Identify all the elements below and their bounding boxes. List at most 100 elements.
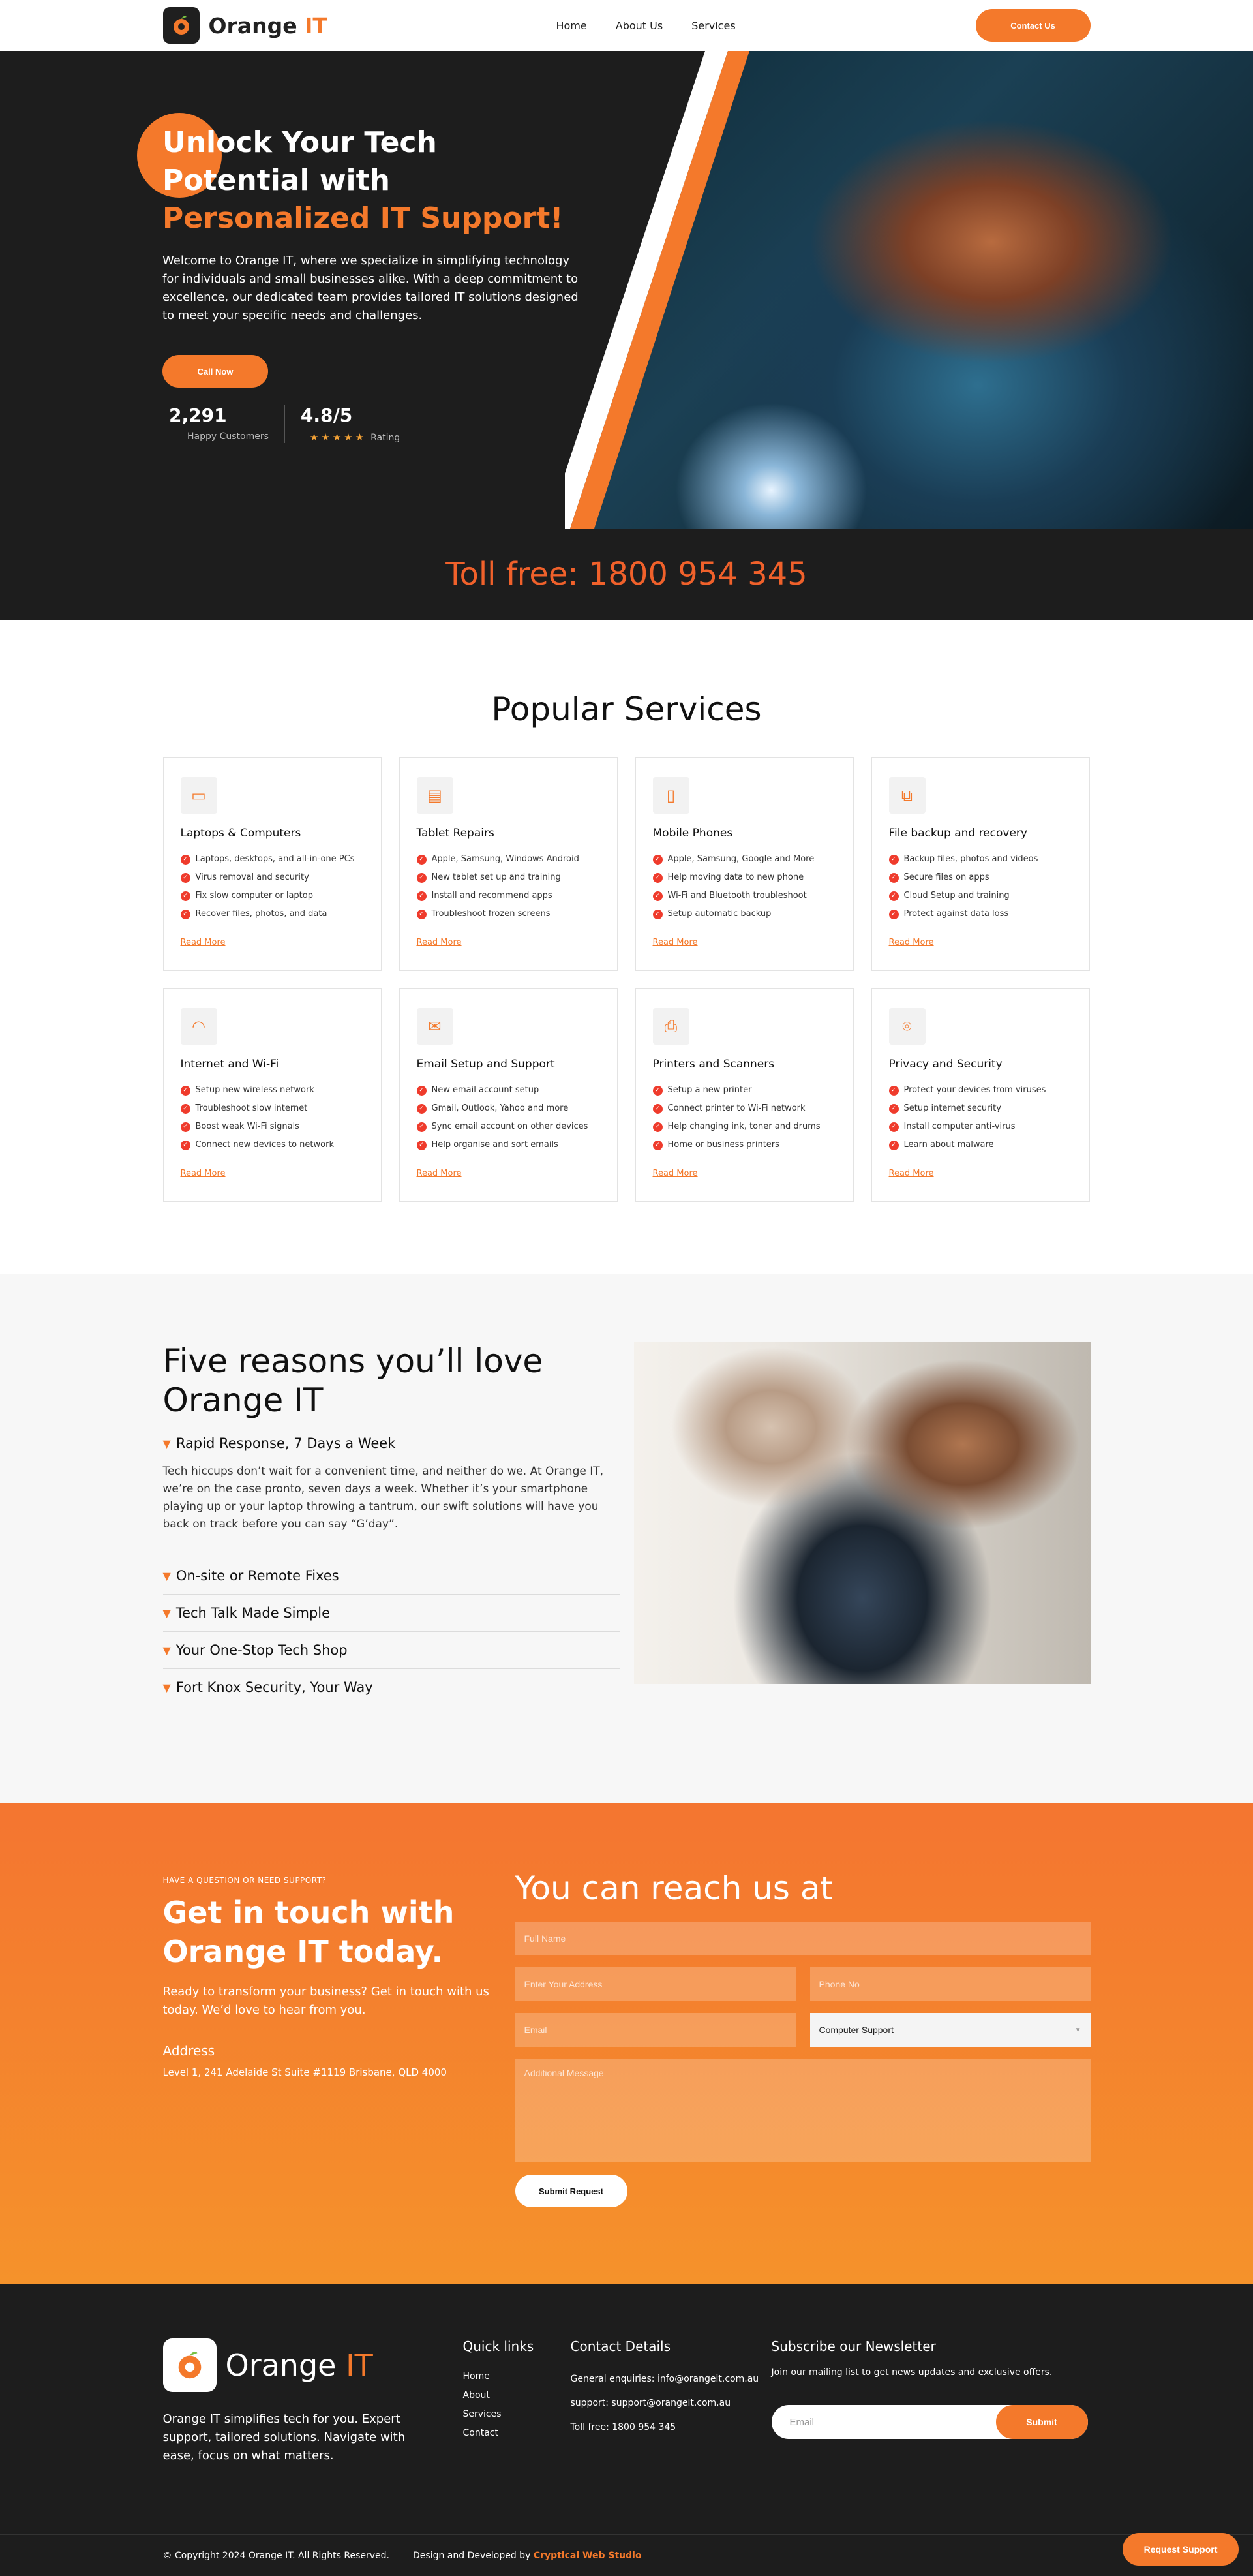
stat-label: Happy Customers bbox=[187, 431, 269, 442]
check-icon: ✓ bbox=[888, 1085, 899, 1096]
service-list: ✓ Backup files, photos and videos ✓ Secure … bbox=[888, 850, 1072, 923]
accordion-title: Rapid Response, 7 Days a Week bbox=[175, 1435, 396, 1451]
footer-toll-free[interactable]: Toll free: 1800 954 345 bbox=[571, 2415, 772, 2440]
read-more-link[interactable]: Read More bbox=[417, 1169, 462, 1178]
service-card: ◠ Internet and Wi-Fi ✓ Setup new wireless n… bbox=[162, 988, 382, 1202]
form-title: You can reach us at bbox=[515, 1869, 834, 1907]
chevron-down-icon: ▼ bbox=[162, 1569, 171, 1582]
check-icon: ✓ bbox=[652, 1085, 663, 1096]
stat-rating: 4.8/5 ★★★★★ Rating bbox=[284, 405, 415, 443]
service-card: ▯ Mobile Phones ✓ Apple, Samsung, Google an… bbox=[635, 757, 854, 971]
check-icon: ✓ bbox=[180, 1122, 190, 1132]
footer-link-services[interactable]: Services bbox=[463, 2405, 571, 2424]
phone-icon: ▯ bbox=[652, 777, 689, 814]
service-list-item: ✓ Secure files on apps bbox=[888, 868, 1072, 887]
message-field[interactable] bbox=[515, 2059, 1091, 2162]
support-email[interactable]: support: support@orangeit.com.au bbox=[571, 2391, 772, 2415]
read-more-link[interactable]: Read More bbox=[889, 938, 934, 947]
check-icon: ✓ bbox=[652, 1103, 663, 1114]
phone-field[interactable] bbox=[809, 1967, 1091, 2001]
service-list-item: ✓ Recover files, photos, and data bbox=[180, 905, 364, 923]
main-nav: Home About Us Services bbox=[556, 20, 736, 32]
address-field[interactable] bbox=[515, 1967, 796, 2001]
service-card-title: Privacy and Security bbox=[888, 1058, 1003, 1071]
reasons-title: Five reasons you’ll love Orange IT bbox=[162, 1342, 543, 1419]
email-icon: ✉ bbox=[416, 1008, 453, 1045]
check-icon: ✓ bbox=[180, 1103, 190, 1114]
check-icon: ✓ bbox=[888, 854, 899, 865]
read-more-link[interactable]: Read More bbox=[889, 1169, 934, 1178]
credit-link[interactable]: Cryptical Web Studio bbox=[534, 2551, 642, 2561]
service-list-item: ✓ Connect new devices to network bbox=[180, 1136, 364, 1154]
service-card: ▭ Laptops & Computers ✓ Laptops, desktops, … bbox=[162, 757, 382, 971]
chevron-down-icon: ▼ bbox=[1074, 2026, 1081, 2034]
service-list-item: ✓ Boost weak Wi-Fi signals bbox=[180, 1118, 364, 1136]
service-card-title: Internet and Wi-Fi bbox=[180, 1058, 279, 1071]
footer-about: Orange IT simplifies tech for you. Exper… bbox=[162, 2412, 406, 2462]
form-row bbox=[515, 1967, 1091, 2001]
service-list-item: ✓ Help organise and sort emails bbox=[416, 1136, 600, 1154]
printer-icon: ⎙ bbox=[652, 1008, 689, 1045]
accordion-title: Fort Knox Security, Your Way bbox=[175, 1679, 373, 1695]
service-list-item: ✓ Protect your devices from viruses bbox=[888, 1081, 1072, 1099]
toll-free-banner[interactable]: Toll free: 1800 954 345 bbox=[0, 529, 1253, 620]
read-more-link[interactable]: Read More bbox=[181, 938, 226, 947]
footer-link-contact[interactable]: Contact bbox=[463, 2424, 571, 2443]
service-select[interactable]: Computer Support ▼ bbox=[809, 2013, 1091, 2047]
accordion-item[interactable]: ▼ Your One-Stop Tech Shop bbox=[162, 1632, 620, 1669]
accordion-item[interactable]: ▼ Rapid Response, 7 Days a Week Tech hicc… bbox=[162, 1420, 620, 1557]
email-field[interactable] bbox=[515, 2013, 796, 2047]
accordion-item[interactable]: ▼ On-site or Remote Fixes bbox=[162, 1557, 620, 1595]
read-more-link[interactable]: Read More bbox=[653, 938, 698, 947]
newsletter-submit-button[interactable]: Submit bbox=[995, 2405, 1088, 2439]
service-list-item: ✓ Virus removal and security bbox=[180, 868, 364, 887]
service-list: ✓ Apple, Samsung, Windows Android ✓ New tab… bbox=[416, 850, 600, 923]
service-list-item: ✓ Home or business printers bbox=[652, 1136, 836, 1154]
footer-quick-links: Quick links Home About Services Contact bbox=[463, 2338, 571, 2465]
accordion-header[interactable]: ▼ Your One-Stop Tech Shop bbox=[163, 1642, 620, 1658]
service-list-item: ✓ New tablet set up and training bbox=[416, 868, 600, 887]
logo[interactable]: Orange IT bbox=[162, 7, 327, 44]
service-card-title: Tablet Repairs bbox=[416, 827, 494, 840]
read-more-link[interactable]: Read More bbox=[181, 1169, 226, 1178]
contact-form: You can reach us at Computer Support ▼ Su… bbox=[515, 1869, 1091, 2207]
service-list: ✓ Setup a new printer ✓ Connect printer to … bbox=[652, 1081, 836, 1154]
newsletter-title: Subscribe our Newsletter bbox=[771, 2338, 936, 2354]
newsletter-form: Submit bbox=[771, 2405, 1088, 2439]
stat-customers: 2,291 Happy Customers bbox=[162, 405, 284, 442]
footer-link-home[interactable]: Home bbox=[463, 2367, 571, 2386]
read-more-link[interactable]: Read More bbox=[417, 938, 462, 947]
check-icon: ✓ bbox=[652, 872, 663, 883]
newsletter-email-input[interactable] bbox=[771, 2405, 987, 2439]
footer-logo[interactable]: Orange IT bbox=[162, 2338, 463, 2392]
nav-about-us[interactable]: About Us bbox=[616, 20, 663, 32]
general-enquiries[interactable]: General enquiries: info@orangeit.com.au bbox=[571, 2367, 772, 2391]
site-header: Orange IT Home About Us Services Contact… bbox=[0, 0, 1253, 51]
service-list-item: ✓ Apple, Samsung, Windows Android bbox=[416, 850, 600, 868]
address-heading: Address bbox=[162, 2043, 215, 2059]
service-card: ⎙ Printers and Scanners ✓ Setup a new print… bbox=[635, 988, 854, 1202]
accordion-header[interactable]: ▼ On-site or Remote Fixes bbox=[163, 1568, 620, 1584]
logo-text: Orange IT bbox=[208, 12, 327, 38]
check-icon: ✓ bbox=[416, 909, 427, 919]
accordion-header[interactable]: ▼ Fort Knox Security, Your Way bbox=[163, 1679, 620, 1695]
service-list-item: ✓ Troubleshoot frozen screens bbox=[416, 905, 600, 923]
stat-value: 4.8/5 bbox=[300, 405, 353, 426]
accordion-item[interactable]: ▼ Fort Knox Security, Your Way bbox=[163, 1669, 620, 1706]
submit-request-button[interactable]: Submit Request bbox=[515, 2175, 627, 2207]
chevron-down-icon: ▼ bbox=[162, 1644, 171, 1657]
read-more-link[interactable]: Read More bbox=[653, 1169, 698, 1178]
service-list-item: ✓ Cloud Setup and training bbox=[888, 887, 1072, 905]
footer-link-about[interactable]: About bbox=[463, 2386, 571, 2405]
orange-logo-icon bbox=[162, 2338, 217, 2392]
call-now-button[interactable]: Call Now bbox=[162, 355, 268, 388]
contact-us-button[interactable]: Contact Us bbox=[975, 9, 1091, 42]
request-support-button[interactable]: Request Support bbox=[1123, 2533, 1239, 2566]
accordion-header[interactable]: ▼ Rapid Response, 7 Days a Week bbox=[163, 1435, 620, 1451]
nav-services[interactable]: Services bbox=[691, 20, 735, 32]
accordion-item[interactable]: ▼ Tech Talk Made Simple bbox=[162, 1595, 620, 1632]
nav-home[interactable]: Home bbox=[556, 20, 587, 32]
full-name-field[interactable] bbox=[515, 1922, 1091, 1955]
accordion-header[interactable]: ▼ Tech Talk Made Simple bbox=[163, 1605, 620, 1621]
check-icon: ✓ bbox=[180, 891, 190, 901]
